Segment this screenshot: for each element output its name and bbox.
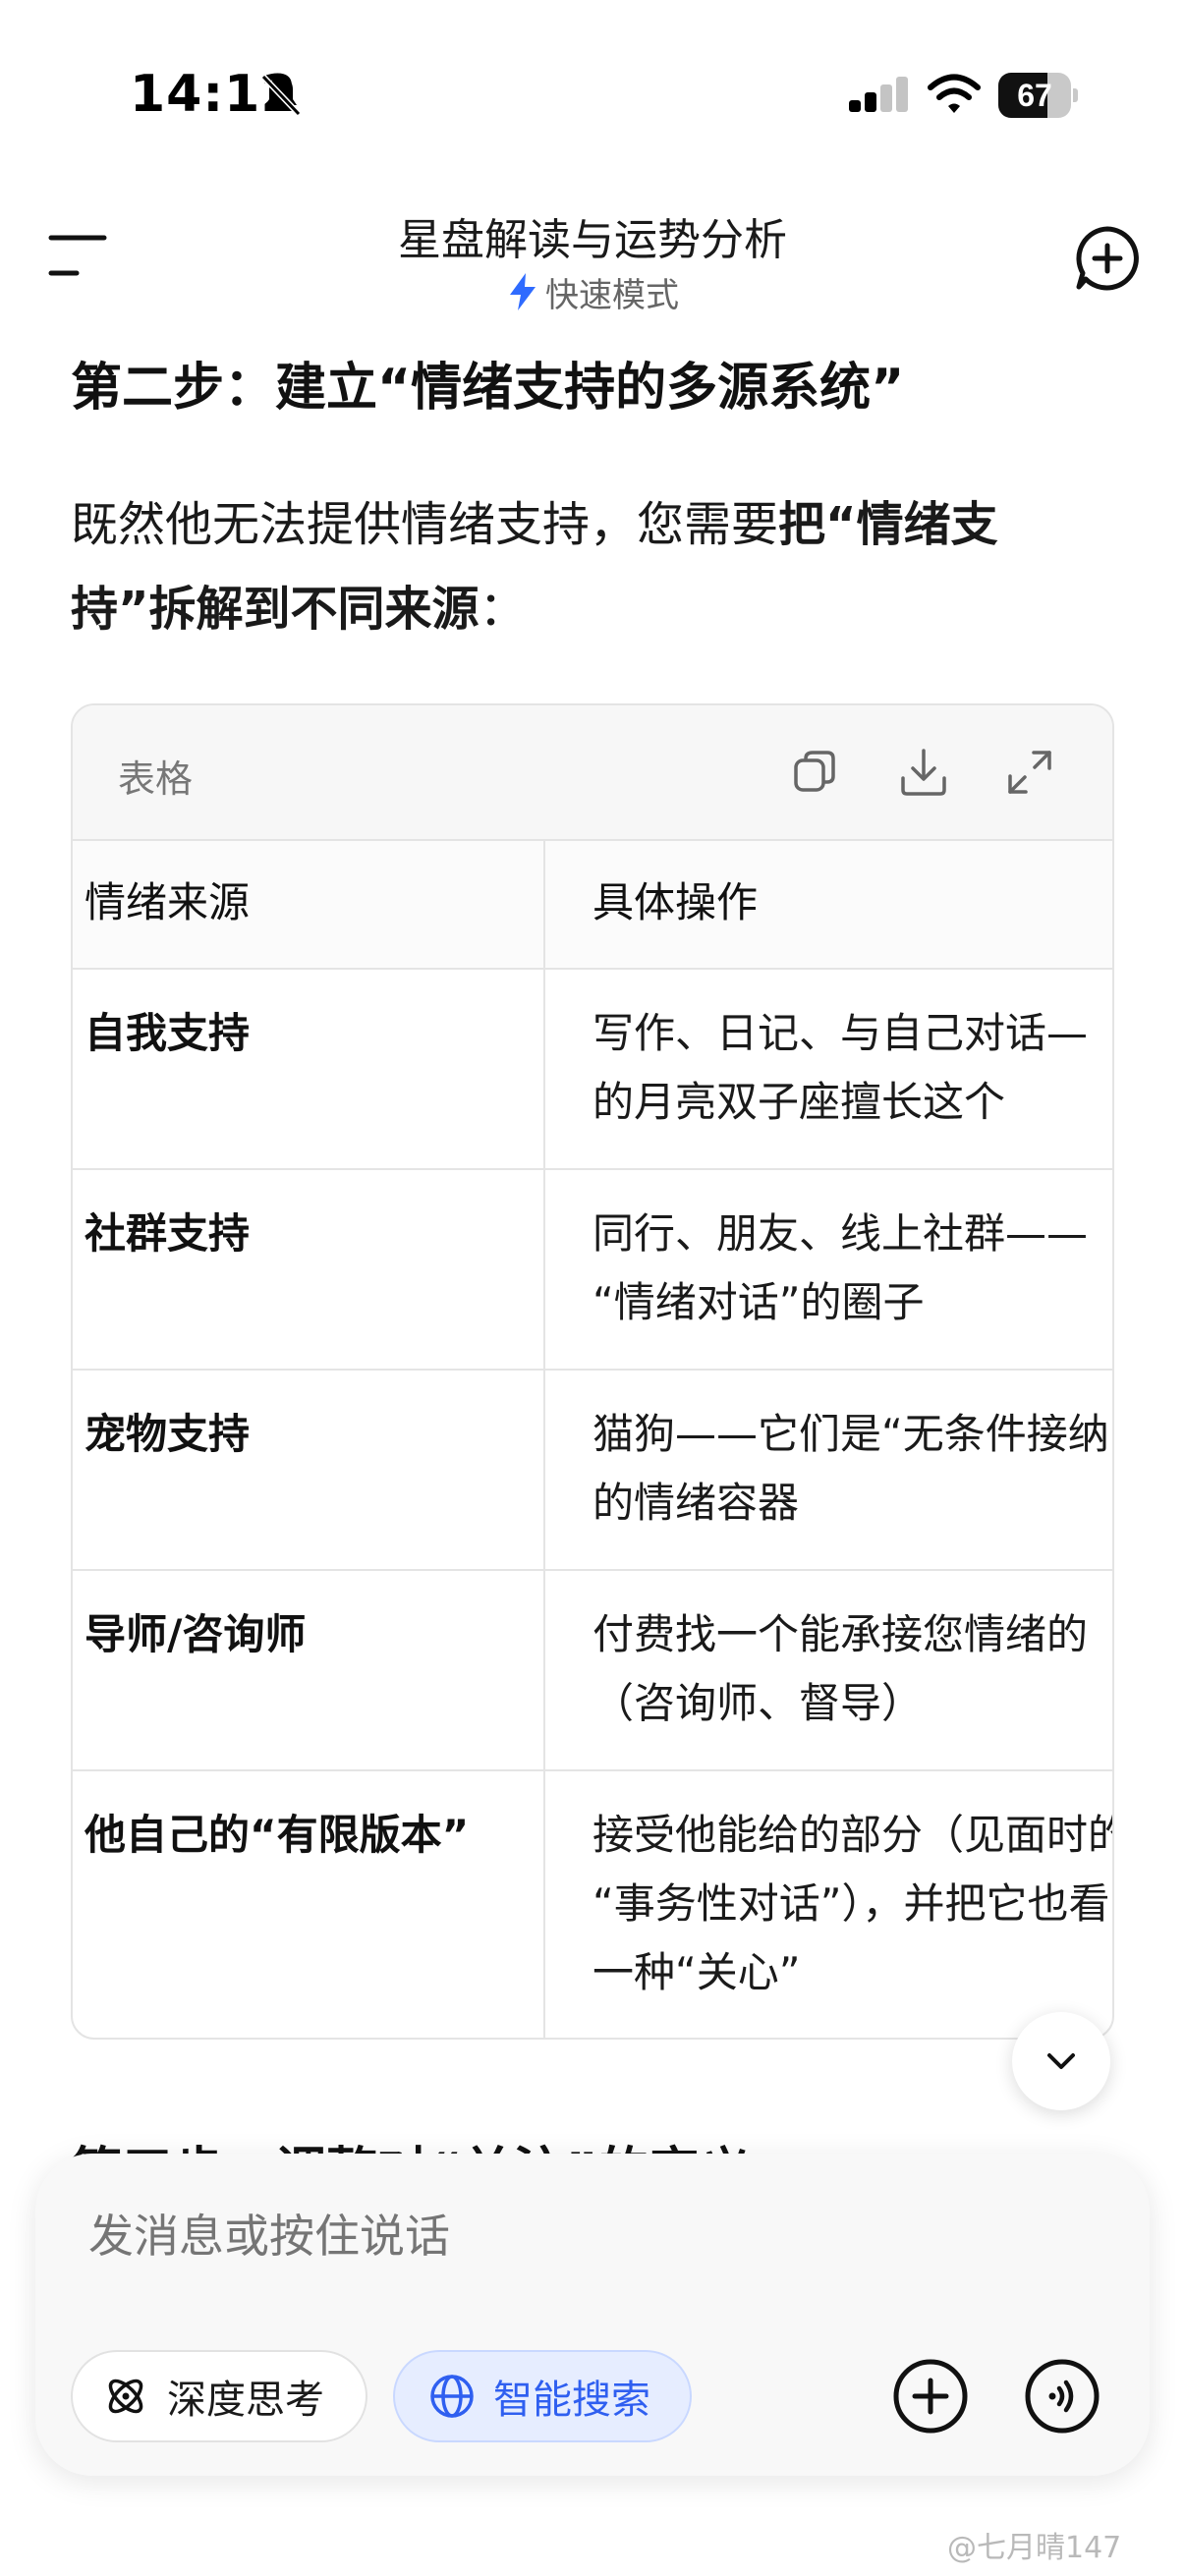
deep-think-label: 深度思考 (167, 2378, 324, 2423)
table-row: 宠物支持 猫狗——它们是“无条件接纳 的情绪容器 (73, 1370, 1112, 1571)
battery-icon: 67 (998, 73, 1078, 118)
status-bar: 14:12 67 (0, 0, 1185, 187)
watermark: @七月晴147 (947, 2531, 1122, 2565)
table-cell-action: 同行、朋友、线上社群—— “情绪对话”的圈子 (544, 1169, 1112, 1371)
intro-line-1: 既然他无法提供情绪支持，您需要把“情绪支 (71, 485, 998, 554)
cellular-signal-icon (849, 77, 908, 112)
new-chat-icon[interactable] (1073, 224, 1142, 293)
table-header-row: 情绪来源 具体操作 (73, 841, 1112, 970)
action-line: （咨询师、督导） (592, 1679, 924, 1727)
voice-call-icon[interactable] (1024, 2358, 1100, 2435)
action-line: 的情绪容器 (592, 1479, 800, 1527)
step2-heading: 第二步：建立“情绪支持的多源系统” (71, 359, 905, 418)
menu-icon[interactable] (47, 232, 108, 279)
action-line: 付费找一个能承接您情绪的 (592, 1610, 1089, 1658)
table-row: 社群支持 同行、朋友、线上社群—— “情绪对话”的圈子 (73, 1169, 1112, 1371)
table-cell-source: 导师/咨询师 (73, 1570, 545, 1771)
table-card-header: 表格 (73, 705, 1112, 841)
table-cell-action: 付费找一个能承接您情绪的 （咨询师、督导） (544, 1570, 1112, 1771)
intro-line-2: 持”拆解到不同来源： (71, 570, 527, 639)
intro-line-1-plain: 既然他无法提供情绪支持，您需要 (71, 497, 779, 552)
table-cell-source: 宠物支持 (73, 1370, 545, 1571)
wifi-icon (928, 74, 981, 113)
scroll-to-bottom-button[interactable] (1012, 2012, 1110, 2110)
intro-line-2-bold: 持”拆解到不同来源 (71, 582, 480, 637)
table-cell-action: 写作、日记、与自己对话— 的月亮双子座擅长这个 (544, 969, 1112, 1170)
globe-icon (430, 2375, 474, 2418)
intro-line-1-bold: 把“情绪支 (778, 497, 998, 552)
download-icon[interactable] (896, 745, 951, 800)
smart-search-label: 智能搜索 (493, 2378, 650, 2423)
action-line: “情绪对话”的圈子 (592, 1278, 925, 1326)
action-line: 写作、日记、与自己对话— (592, 1009, 1089, 1057)
deep-think-button[interactable]: 深度思考 (71, 2350, 367, 2442)
table-card-label: 表格 (118, 757, 194, 801)
expand-icon[interactable] (1002, 745, 1057, 800)
table-row: 导师/咨询师 付费找一个能承接您情绪的 （咨询师、督导） (73, 1570, 1112, 1771)
action-line: 接受他能给的部分（见面时的 (592, 1811, 1114, 1859)
action-line: 同行、朋友、线上社群—— (592, 1209, 1089, 1258)
bell-slash-icon (260, 74, 302, 117)
chat-title[interactable]: 星盘解读与运势分析 (298, 204, 887, 267)
table-card: 表格 情绪来源 具体操作 自我支持 写作、日记、与自己对话— 的月亮双子座擅长这… (71, 703, 1114, 2040)
battery-level: 67 (1017, 78, 1052, 113)
column-header-action: 具体操作 (544, 841, 1112, 970)
message-composer: 深度思考 智能搜索 (35, 2154, 1150, 2476)
action-line: 猫狗——它们是“无条件接纳 (592, 1410, 1109, 1458)
chevron-down-icon (1047, 2053, 1075, 2069)
table-row: 他自己的“有限版本” 接受他能给的部分（见面时的 “事务性对话”），并把它也看 … (73, 1770, 1114, 2038)
column-header-source: 情绪来源 (73, 841, 545, 970)
message-input[interactable] (88, 2207, 973, 2266)
table-cell-action: 接受他能给的部分（见面时的 “事务性对话”），并把它也看 一种“关心” (544, 1770, 1114, 2038)
atom-icon (108, 2379, 143, 2414)
action-line: 一种“关心” (592, 1948, 801, 1996)
plus-circle-icon[interactable] (892, 2358, 969, 2435)
action-line: 的月亮双子座擅长这个 (592, 1078, 1006, 1126)
emotion-support-table: 情绪来源 具体操作 自我支持 写作、日记、与自己对话— 的月亮双子座擅长这个 社… (73, 841, 1114, 2038)
table-cell-source: 社群支持 (73, 1169, 545, 1371)
table-row: 自我支持 写作、日记、与自己对话— 的月亮双子座擅长这个 (73, 969, 1112, 1170)
mode-label: 快速模式 (545, 275, 679, 315)
lightning-bolt-icon (510, 273, 536, 310)
table-cell-action: 猫狗——它们是“无条件接纳 的情绪容器 (544, 1370, 1112, 1571)
mode-selector[interactable]: 快速模式 (494, 269, 691, 315)
table-cell-source: 他自己的“有限版本” (73, 1770, 545, 2038)
copy-icon[interactable] (788, 745, 843, 800)
intro-line-2-plain: ： (479, 582, 527, 637)
table-cell-source: 自我支持 (73, 969, 545, 1170)
action-line: “事务性对话”），并把它也看 (592, 1879, 1110, 1928)
smart-search-button[interactable]: 智能搜索 (393, 2350, 692, 2442)
